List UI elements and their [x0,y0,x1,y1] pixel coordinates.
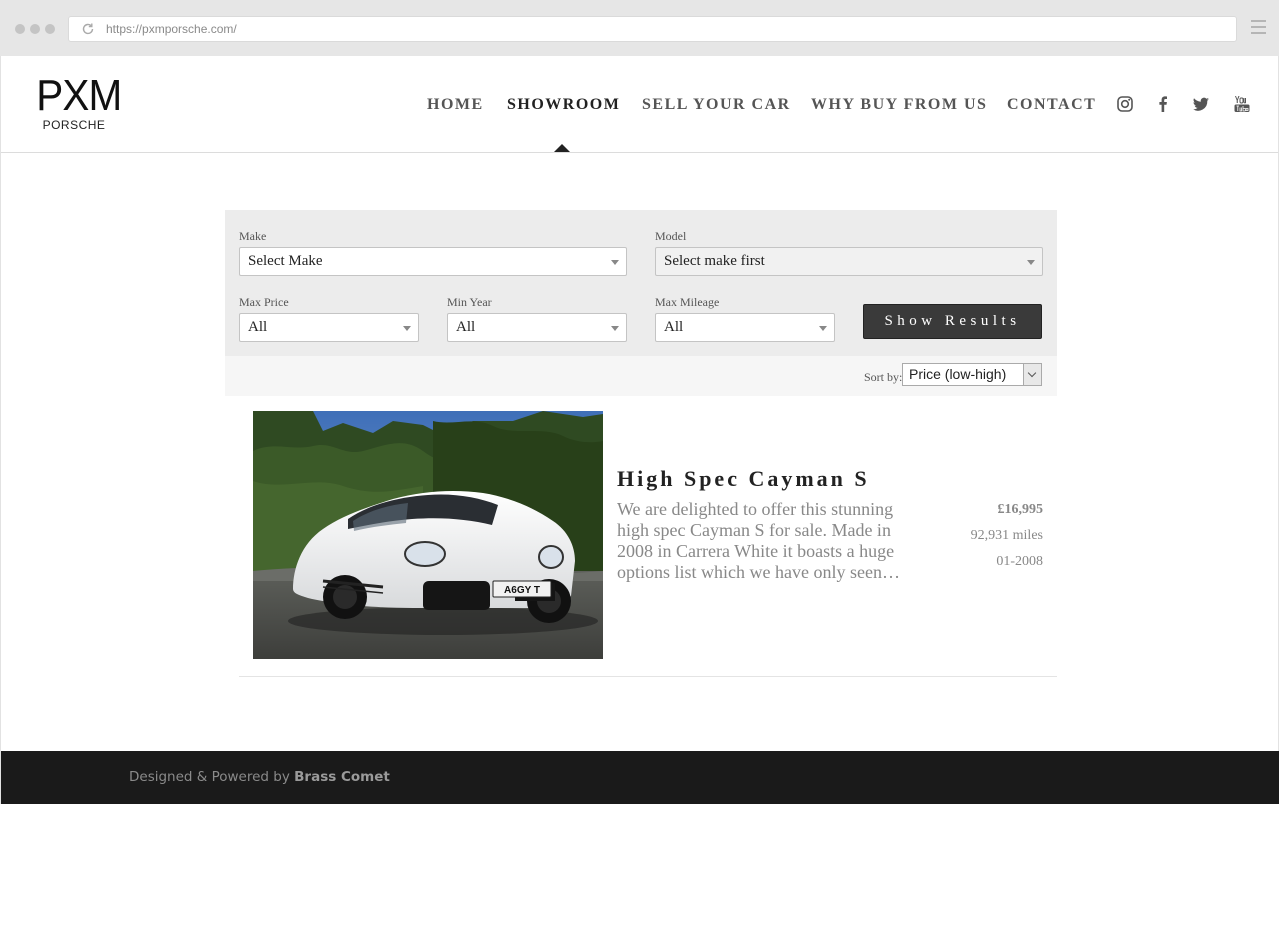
dropdown-arrow-icon [1027,260,1035,265]
reload-icon[interactable] [81,22,95,36]
nav-sell-your-car[interactable]: SELL YOUR CAR [642,96,791,114]
listing-title[interactable]: High Spec Cayman S [617,466,870,492]
nav-showroom[interactable]: SHOWROOM [507,96,620,114]
listing-date: 01-2008 [996,554,1043,569]
car-photo[interactable]: A6GY T [253,411,603,659]
max-mileage-select-value: All [664,319,684,335]
browser-chrome: https://pxmporsche.com/ [0,0,1279,56]
dropdown-arrow-icon [403,326,411,331]
footer-credit: Designed & Powered by Brass Comet [129,769,390,785]
chevron-down-icon [1023,364,1041,385]
make-select-value: Select Make [248,253,323,269]
show-results-button[interactable]: Show Results [863,304,1042,339]
window-dot[interactable] [45,24,55,34]
model-select[interactable]: Select make first [655,247,1043,276]
min-year-label: Min Year [447,295,492,309]
model-label: Model [655,229,687,243]
sort-select-value: Price (low-high) [909,366,1007,382]
max-mileage-label: Max Mileage [655,295,720,309]
twitter-icon[interactable] [1192,95,1210,113]
footer-credit-prefix: Designed & Powered by [129,769,295,785]
window-dot[interactable] [30,24,40,34]
facebook-icon[interactable] [1154,95,1172,113]
min-year-select-value: All [456,319,476,335]
site-logo[interactable]: PXM PORSCHE [33,71,122,133]
sort-label: Sort by: [864,370,903,384]
window-dot[interactable] [15,24,25,34]
youtube-icon[interactable] [1233,95,1251,113]
make-select[interactable]: Select Make [239,247,627,276]
dropdown-arrow-icon [819,326,827,331]
site-footer: Designed & Powered by Brass Comet [1,751,1279,804]
footer-brand-link[interactable]: Brass Comet [294,769,390,785]
logo-sub-text: PORSCHE [42,118,106,132]
make-label: Make [239,229,267,243]
browser-menu-icon[interactable] [1251,20,1266,36]
site-header: PXM PORSCHE HOME SHOWROOM SELL YOUR CAR … [1,56,1278,153]
listing-mileage: 92,931 miles [970,528,1043,543]
site-frame: PXM PORSCHE HOME SHOWROOM SELL YOUR CAR … [0,56,1279,804]
dropdown-arrow-icon [611,326,619,331]
nav-home[interactable]: HOME [427,96,484,114]
max-price-select-value: All [248,319,268,335]
instagram-icon[interactable] [1116,95,1134,113]
dropdown-arrow-icon [611,260,619,265]
nav-contact[interactable]: CONTACT [1007,96,1096,114]
car-listing: A6GY T High Spec Cayman S We are delight… [239,411,1057,677]
model-select-value: Select make first [664,253,765,269]
window-controls [15,24,55,34]
listing-price: £16,995 [997,502,1044,517]
url-text: https://pxmporsche.com/ [106,22,237,36]
active-nav-indicator [554,144,570,152]
search-panel: Make Select Make Model Select make first… [225,210,1057,356]
address-bar[interactable]: https://pxmporsche.com/ [68,16,1237,42]
max-price-label: Max Price [239,295,289,309]
logo-main-text: PXM [36,71,122,120]
number-plate: A6GY T [504,585,540,596]
listing-description: We are delighted to offer this stunning … [617,499,900,582]
sort-bar: Sort by: Price (low-high) [225,356,1057,396]
min-year-select[interactable]: All [447,313,627,342]
sort-select[interactable]: Price (low-high) [902,363,1042,386]
max-mileage-select[interactable]: All [655,313,835,342]
max-price-select[interactable]: All [239,313,419,342]
nav-why-buy-from-us[interactable]: WHY BUY FROM US [811,96,987,114]
